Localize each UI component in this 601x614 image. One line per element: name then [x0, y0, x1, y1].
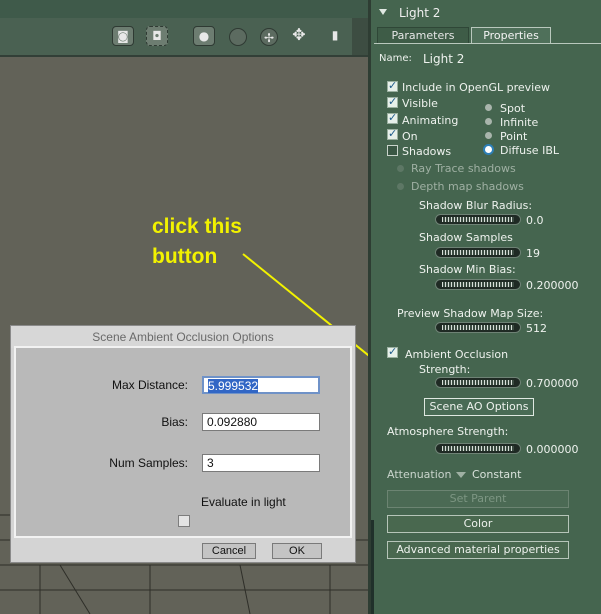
shadow-blur-dial[interactable]	[435, 214, 521, 225]
ray-trace-shadows-radio[interactable]	[397, 165, 404, 172]
atmosphere-strength-label: Atmosphere Strength:	[387, 425, 509, 438]
on-label: On	[402, 130, 418, 143]
attenuation-label: Attenuation	[387, 468, 452, 481]
shadow-blur-label: Shadow Blur Radius:	[419, 199, 533, 212]
properties-panel: Light 2 Parameters Properties Name: Ligh…	[368, 0, 601, 614]
animating-checkbox[interactable]	[387, 111, 398, 124]
diffuse-ibl-label: Diffuse IBL	[500, 144, 559, 157]
chevron-down-icon[interactable]	[456, 472, 466, 478]
dialog-body: Max Distance: 5.999532 Bias: 0.092880 Nu…	[14, 346, 352, 538]
animating-label: Animating	[402, 114, 459, 127]
max-distance-label: Max Distance:	[111, 378, 188, 392]
bias-label: Bias:	[161, 415, 188, 429]
preview-shadow-map-label: Preview Shadow Map Size:	[397, 307, 544, 320]
panel-scrollbar[interactable]	[371, 520, 374, 614]
depth-map-shadows-radio[interactable]	[397, 183, 404, 190]
ok-button[interactable]: OK	[272, 543, 322, 559]
strength-dial[interactable]	[435, 377, 521, 388]
max-distance-value: 5.999532	[208, 379, 259, 393]
depth-map-shadows-label: Depth map shadows	[411, 180, 524, 193]
opengl-preview-label: Include in OpenGL preview	[402, 81, 550, 94]
shadow-min-bias-dial[interactable]	[435, 279, 521, 290]
preview-shadow-map-value[interactable]: 512	[526, 322, 547, 335]
infinite-label: Infinite	[500, 116, 539, 129]
shadows-label: Shadows	[402, 145, 452, 158]
num-samples-field[interactable]: 3	[202, 454, 320, 472]
shadow-min-bias-label: Shadow Min Bias:	[419, 263, 516, 276]
shadow-samples-value[interactable]: 19	[526, 247, 540, 260]
cancel-button[interactable]: Cancel	[202, 543, 256, 559]
atmosphere-strength-dial[interactable]	[435, 443, 521, 454]
strength-label: Strength:	[419, 363, 471, 376]
point-label: Point	[500, 130, 528, 143]
scene-ao-options-dialog: Scene Ambient Occlusion Options Max Dist…	[10, 325, 356, 563]
set-parent-button[interactable]: Set Parent	[387, 490, 569, 508]
evaluate-in-light-label: Evaluate in light	[201, 495, 286, 509]
panel-title: Light 2	[399, 6, 441, 20]
shadow-blur-value[interactable]: 0.0	[526, 214, 544, 227]
strength-value[interactable]: 0.700000	[526, 377, 579, 390]
tab-properties[interactable]: Properties	[471, 27, 551, 44]
diffuse-ibl-radio[interactable]	[485, 146, 492, 153]
ambient-occlusion-checkbox[interactable]	[387, 345, 398, 358]
num-samples-label: Num Samples:	[109, 456, 188, 470]
advanced-material-properties-button[interactable]: Advanced material properties	[387, 541, 569, 559]
annotation-text: click this button	[152, 212, 242, 272]
shadow-min-bias-value[interactable]: 0.200000	[526, 279, 579, 292]
spot-label: Spot	[500, 102, 526, 115]
annotation-line-1: click this	[152, 215, 242, 238]
preview-shadow-map-dial[interactable]	[435, 322, 521, 333]
opengl-preview-checkbox[interactable]	[387, 79, 398, 92]
bias-field[interactable]: 0.092880	[202, 413, 320, 431]
max-distance-field[interactable]: 5.999532	[202, 376, 320, 394]
on-checkbox[interactable]	[387, 127, 398, 140]
dialog-title[interactable]: Scene Ambient Occlusion Options	[11, 326, 355, 348]
shadow-samples-label: Shadow Samples	[419, 231, 513, 244]
attenuation-value[interactable]: Constant	[472, 468, 521, 481]
collapse-chevron-icon[interactable]	[379, 9, 387, 15]
spot-radio[interactable]	[485, 104, 492, 111]
shadow-samples-dial[interactable]	[435, 247, 521, 258]
evaluate-in-light-checkbox[interactable]	[178, 515, 190, 527]
visible-checkbox[interactable]	[387, 95, 398, 108]
visible-label: Visible	[402, 97, 438, 110]
name-label: Name:	[379, 53, 412, 64]
name-value[interactable]: Light 2	[423, 52, 464, 66]
tab-divider	[374, 43, 601, 44]
scene-ao-options-button[interactable]: Scene AO Options	[424, 398, 534, 416]
shadows-checkbox[interactable]	[387, 145, 398, 156]
ray-trace-shadows-label: Ray Trace shadows	[411, 162, 516, 175]
atmosphere-strength-value[interactable]: 0.000000	[526, 443, 579, 456]
point-radio[interactable]	[485, 132, 492, 139]
ambient-occlusion-label: Ambient Occlusion	[405, 348, 509, 361]
annotation-line-2: button	[152, 245, 218, 268]
tab-parameters[interactable]: Parameters	[377, 27, 469, 44]
infinite-radio[interactable]	[485, 118, 492, 125]
color-button[interactable]: Color	[387, 515, 569, 533]
